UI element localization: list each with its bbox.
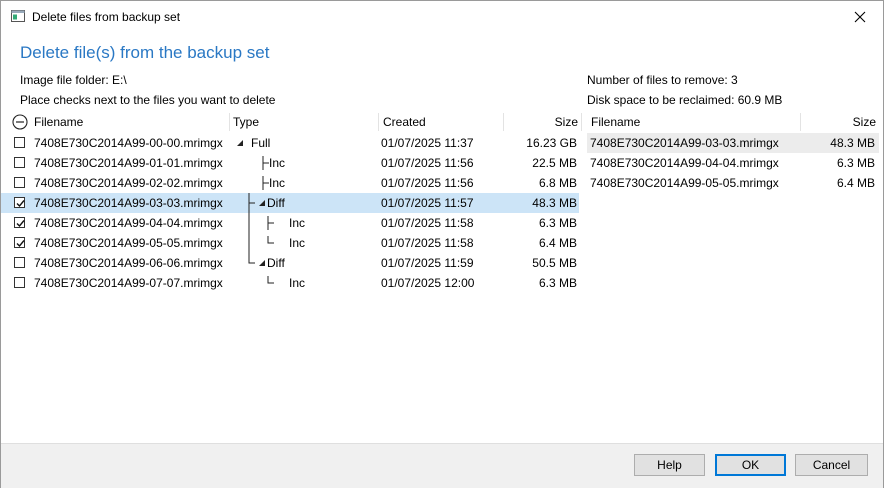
window-icon [11,10,25,22]
size-cell: 16.23 GB [526,136,577,150]
type-cell: Full [251,136,271,150]
list-item[interactable]: 7408E730C2014A99-04-04.mrimgx 6.3 MB [587,153,879,173]
created-cell: 01/07/2025 11:59 [381,256,474,270]
table-row[interactable]: 7408E730C2014A99-05-05.mrimgx Inc 01/07/20… [1,233,579,253]
button-bar: Help OK Cancel [1,443,883,488]
tree-connector-icon [233,273,293,299]
title-bar: Delete files from backup set [1,1,883,32]
close-icon [854,11,866,22]
size-cell: 48.3 MB [532,196,577,210]
delete-files-dialog: Delete files from backup set Delete file… [0,0,884,488]
dialog-heading: Delete file(s) from the backup set [20,43,270,62]
size-cell: 50.5 MB [532,256,577,270]
row-checkbox[interactable] [14,177,25,188]
filename-cell: 7408E730C2014A99-03-03.mrimgx [590,136,779,150]
size-cell: 48.3 MB [830,136,875,150]
files-to-remove-label: Number of files to remove: 3 [587,73,738,87]
filename-cell: 7408E730C2014A99-00-00.mrimgx [34,136,223,150]
close-button[interactable] [837,1,883,32]
type-cell: Inc [269,176,286,190]
size-cell: 6.3 MB [836,156,875,170]
filename-cell: 7408E730C2014A99-05-05.mrimgx [590,176,779,190]
size-cell: 6.3 MB [538,216,577,230]
filename-cell: 7408E730C2014A99-03-03.mrimgx [34,196,223,210]
image-folder-label: Image file folder: E:\ [20,73,127,87]
help-button[interactable]: Help [634,454,705,476]
column-header-type[interactable]: Type [233,111,259,133]
row-checkbox[interactable] [14,157,25,168]
type-cell: Diff [267,196,285,210]
created-cell: 01/07/2025 12:00 [381,276,475,290]
backup-files-list[interactable]: Filename Type Created Size 7408E730C2014… [1,111,583,431]
created-cell: 01/07/2025 11:58 [381,216,474,230]
ok-button[interactable]: OK [715,454,786,476]
table-row[interactable]: 7408E730C2014A99-02-02.mrimgx Inc 01/07/20… [1,173,579,193]
type-cell: Inc [289,276,306,290]
instructions-label: Place checks next to the files you want … [20,93,276,107]
size-cell: 6.4 MB [538,236,577,250]
collapse-all-icon[interactable] [12,114,28,133]
type-cell: Inc [289,236,306,250]
filename-cell: 7408E730C2014A99-06-06.mrimgx [34,256,223,270]
list-item[interactable]: 7408E730C2014A99-03-03.mrimgx 48.3 MB [587,133,879,153]
created-cell: 01/07/2025 11:57 [381,196,474,210]
filename-cell: 7408E730C2014A99-07-07.mrimgx [34,276,223,290]
column-header-filename[interactable]: Filename [591,111,640,133]
size-cell: 22.5 MB [532,156,577,170]
table-row[interactable]: 7408E730C2014A99-03-03.mrimgx Diff 01/07/2… [1,193,579,213]
created-cell: 01/07/2025 11:37 [381,136,474,150]
table-row[interactable]: 7408E730C2014A99-04-04.mrimgx Inc 01/07/20… [1,213,579,233]
list-item[interactable]: 7408E730C2014A99-05-05.mrimgx 6.4 MB [587,173,879,193]
type-cell: Inc [269,156,286,170]
row-checkbox[interactable] [14,277,25,288]
type-cell: Inc [289,216,306,230]
size-cell: 6.3 MB [538,276,577,290]
column-header-size[interactable]: Size [506,111,578,133]
table-row[interactable]: 7408E730C2014A99-06-06.mrimgx Diff 01/07/2… [1,253,579,273]
filename-cell: 7408E730C2014A99-01-01.mrimgx [34,156,223,170]
created-cell: 01/07/2025 11:58 [381,236,474,250]
space-reclaimed-label: Disk space to be reclaimed: 60.9 MB [587,93,783,107]
filename-cell: 7408E730C2014A99-04-04.mrimgx [590,156,779,170]
files-to-remove-list[interactable]: Filename Size 7408E730C2014A99-03-03.mri… [587,111,881,431]
row-checkbox[interactable] [14,137,25,148]
type-cell: Diff [267,256,285,270]
row-checkbox[interactable] [14,197,25,208]
size-cell: 6.4 MB [836,176,875,190]
table-row[interactable]: 7408E730C2014A99-01-01.mrimgx Inc 01/07/20… [1,153,579,173]
created-cell: 01/07/2025 11:56 [381,156,474,170]
table-row[interactable]: 7408E730C2014A99-07-07.mrimgx Inc 01/07/20… [1,273,579,293]
filename-cell: 7408E730C2014A99-04-04.mrimgx [34,216,223,230]
row-checkbox[interactable] [14,217,25,228]
column-header-filename[interactable]: Filename [34,111,83,133]
filename-cell: 7408E730C2014A99-05-05.mrimgx [34,236,223,250]
cancel-button[interactable]: Cancel [795,454,868,476]
filename-cell: 7408E730C2014A99-02-02.mrimgx [34,176,223,190]
column-header-created[interactable]: Created [383,111,426,133]
column-header-size[interactable]: Size [803,111,876,133]
row-checkbox[interactable] [14,237,25,248]
table-row[interactable]: 7408E730C2014A99-00-00.mrimgx Full 01/07/2… [1,133,579,153]
created-cell: 01/07/2025 11:56 [381,176,474,190]
row-checkbox[interactable] [14,257,25,268]
size-cell: 6.8 MB [538,176,577,190]
window-title: Delete files from backup set [32,10,181,24]
